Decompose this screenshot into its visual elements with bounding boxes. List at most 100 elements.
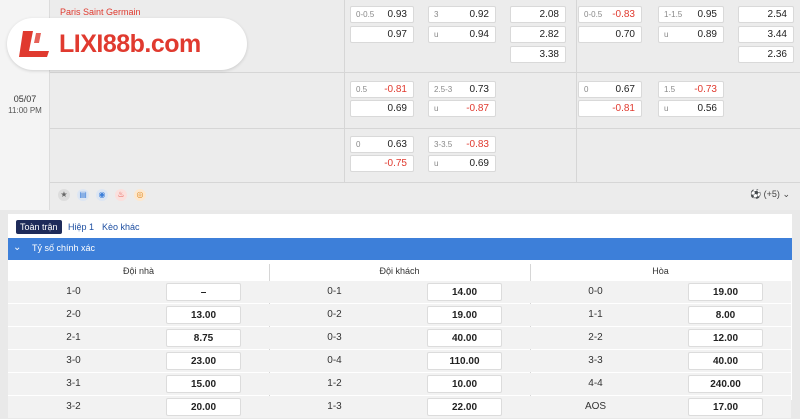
odds-cell[interactable]: 2.82 <box>510 26 566 43</box>
score-odds-button[interactable]: 19.00 <box>427 306 502 324</box>
handicap-label: 0.5 <box>356 85 368 94</box>
score-odds-button[interactable]: 20.00 <box>166 398 241 416</box>
score-label: 4-4 <box>530 373 661 395</box>
odds-cell[interactable]: 0-0.5 -0.83 <box>578 6 642 23</box>
odds-cell[interactable]: 1-1.5 0.95 <box>658 6 724 23</box>
odds-value: 2.82 <box>539 29 559 40</box>
score-odds-button[interactable]: 23.00 <box>166 352 241 370</box>
logo-text: LIXI88b.com <box>59 30 201 58</box>
score-label: 2-0 <box>8 304 139 326</box>
odds-cell[interactable]: -0.75 <box>350 155 414 172</box>
odds-value: -0.83 <box>466 139 489 150</box>
score-odds-button[interactable]: 19.00 <box>688 283 763 301</box>
handicap-label: u <box>434 104 439 113</box>
handicap-label: 0-0.5 <box>584 10 603 19</box>
handicap-label: 1-1.5 <box>664 10 683 19</box>
more-markets[interactable]: ⚽ (+5) ⌄ <box>750 189 790 200</box>
handicap-label: 3-3.5 <box>434 140 453 149</box>
row-divider <box>50 72 800 73</box>
score-odds-button[interactable]: 10.00 <box>427 375 502 393</box>
team-name[interactable]: Paris Saint Germain <box>60 7 141 17</box>
odds-cell[interactable]: 2.5-3 0.73 <box>428 81 496 98</box>
odds-cell[interactable]: u 0.69 <box>428 155 496 172</box>
handicap-label: 2.5-3 <box>434 85 453 94</box>
score-label: 0-1 <box>269 281 400 303</box>
odds-cell[interactable]: 0 0.63 <box>350 136 414 153</box>
odds-value: 3.38 <box>539 49 559 60</box>
odds-value: 3.44 <box>767 29 787 40</box>
odds-value: 0.93 <box>387 9 407 20</box>
odds-value: 0.97 <box>387 29 407 40</box>
odds-cell[interactable]: -0.81 <box>578 100 642 117</box>
odds-value: 0.69 <box>469 158 489 169</box>
score-odds-button[interactable]: 40.00 <box>427 329 502 347</box>
odds-cell[interactable]: 0.97 <box>350 26 414 43</box>
odds-value: -0.83 <box>612 9 635 20</box>
odds-cell[interactable]: 3.44 <box>738 26 794 43</box>
odds-cell[interactable]: u 0.94 <box>428 26 496 43</box>
eye-icon[interactable]: ◉ <box>96 189 108 201</box>
lixi-l-logo-icon <box>19 31 49 57</box>
score-label: AOS <box>530 396 661 418</box>
odds-cell[interactable]: u 0.56 <box>658 100 724 117</box>
handicap-label: 0 <box>356 140 361 149</box>
odds-value: -0.73 <box>694 84 717 95</box>
tab-full-match[interactable]: Toàn trận <box>16 220 62 234</box>
odds-value: -0.81 <box>612 103 635 114</box>
score-odds-button[interactable]: 240.00 <box>688 375 763 393</box>
more-markets-count: (+5) <box>763 189 780 199</box>
score-odds-button[interactable]: 13.00 <box>166 306 241 324</box>
score-odds-button[interactable]: 8.75 <box>166 329 241 347</box>
score-label: 1-1 <box>530 304 661 326</box>
column-header-away: Đội khách <box>379 266 420 276</box>
tab-other-markets[interactable]: Kèo khác <box>98 220 144 234</box>
odds-cell[interactable]: 2.36 <box>738 46 794 63</box>
section-header[interactable]: ⌄ Tỷ số chính xác <box>8 238 792 260</box>
stats-icon[interactable]: ▤ <box>77 189 89 201</box>
handicap-label: 3 <box>434 10 439 19</box>
score-odds-button[interactable]: 17.00 <box>688 398 763 416</box>
score-odds-button[interactable]: 22.00 <box>427 398 502 416</box>
tab-first-half[interactable]: Hiệp 1 <box>64 220 98 234</box>
odds-cell[interactable]: 2.54 <box>738 6 794 23</box>
score-label: 0-2 <box>269 304 400 326</box>
odds-cell[interactable]: 0-0.5 0.93 <box>350 6 414 23</box>
score-label: 0-4 <box>269 350 400 372</box>
star-icon[interactable]: ★ <box>58 189 70 201</box>
correct-score-panel: Toàn trận Hiệp 1 Kèo khác ⌄ Tỷ số chính … <box>8 214 792 418</box>
score-odds-button[interactable]: 40.00 <box>688 352 763 370</box>
live-icon[interactable]: ◎ <box>134 189 146 201</box>
score-odds-button[interactable]: 110.00 <box>427 352 502 370</box>
score-odds-button[interactable]: 14.00 <box>427 283 502 301</box>
score-odds-button[interactable]: 12.00 <box>688 329 763 347</box>
odds-value: 2.36 <box>767 49 787 60</box>
score-odds-button[interactable]: – <box>166 283 241 301</box>
column-header-home: Đội nhà <box>122 266 155 276</box>
odds-cell[interactable]: 3 0.92 <box>428 6 496 23</box>
odds-cell[interactable]: 0.70 <box>578 26 642 43</box>
score-odds-button[interactable]: 15.00 <box>166 375 241 393</box>
score-odds-button[interactable]: 8.00 <box>688 306 763 324</box>
odds-cell[interactable]: 2.08 <box>510 6 566 23</box>
score-row: 3-1 15.00 1-2 10.00 4-4 240.00 <box>8 373 792 396</box>
odds-value: 0.63 <box>387 139 407 150</box>
odds-cell[interactable]: 0 0.67 <box>578 81 642 98</box>
odds-cell[interactable]: u 0.89 <box>658 26 724 43</box>
odds-cell[interactable]: 3.38 <box>510 46 566 63</box>
match-date: 05/07 <box>13 94 37 104</box>
odds-value: 0.89 <box>697 29 717 40</box>
odds-cell[interactable]: 3-3.5 -0.83 <box>428 136 496 153</box>
odds-cell[interactable]: 0.5 -0.81 <box>350 81 414 98</box>
odds-cell[interactable]: u -0.87 <box>428 100 496 117</box>
odds-cell[interactable]: 0.69 <box>350 100 414 117</box>
fire-icon[interactable]: ♨ <box>115 189 127 201</box>
chevron-down-icon: ⌄ <box>13 242 22 253</box>
score-label: 2-2 <box>530 327 661 349</box>
score-label: 3-3 <box>530 350 661 372</box>
odds-cell[interactable]: 1.5 -0.73 <box>658 81 724 98</box>
odds-area: 05/07 11:00 PM Paris Saint Germain 0-0.5… <box>0 0 800 210</box>
score-label: 1-2 <box>269 373 400 395</box>
odds-value: 0.95 <box>697 9 717 20</box>
odds-value: 0.56 <box>697 103 717 114</box>
odds-value: 2.54 <box>767 9 787 20</box>
